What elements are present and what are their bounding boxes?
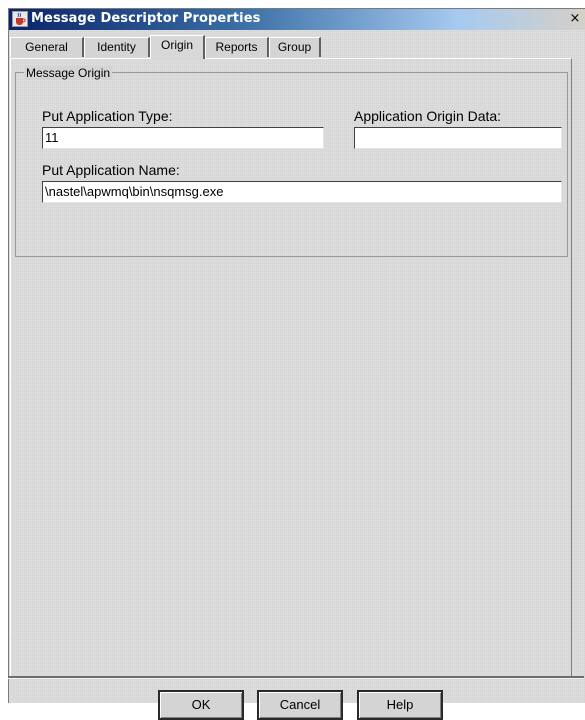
group-legend: Message Origin bbox=[24, 66, 113, 80]
put-application-type-field[interactable]: 11 bbox=[42, 127, 324, 149]
put-application-type-label: Put Application Type: bbox=[42, 108, 173, 124]
close-button[interactable]: × bbox=[567, 11, 583, 27]
java-cup-icon bbox=[12, 11, 28, 27]
tab-identity[interactable]: Identity bbox=[84, 37, 150, 57]
help-button[interactable]: Help bbox=[357, 690, 443, 720]
tab-origin[interactable]: Origin bbox=[150, 35, 205, 59]
put-application-name-field[interactable]: \nastel\apwmq\bin\nsqmsg.exe bbox=[42, 181, 562, 203]
cancel-button[interactable]: Cancel bbox=[257, 690, 343, 720]
application-origin-data-label: Application Origin Data: bbox=[354, 108, 502, 124]
ok-button[interactable]: OK bbox=[158, 690, 244, 720]
put-application-name-label: Put Application Name: bbox=[42, 162, 180, 178]
close-icon: × bbox=[569, 11, 581, 26]
tab-general[interactable]: General bbox=[10, 37, 84, 57]
window-title: Message Descriptor Properties bbox=[31, 11, 261, 26]
tab-reports[interactable]: Reports bbox=[205, 37, 269, 57]
button-area-separator bbox=[8, 676, 584, 679]
tab-group[interactable]: Group bbox=[269, 37, 321, 57]
application-origin-data-field[interactable] bbox=[354, 127, 562, 149]
title-bar[interactable]: Message Descriptor Properties × bbox=[9, 9, 585, 30]
